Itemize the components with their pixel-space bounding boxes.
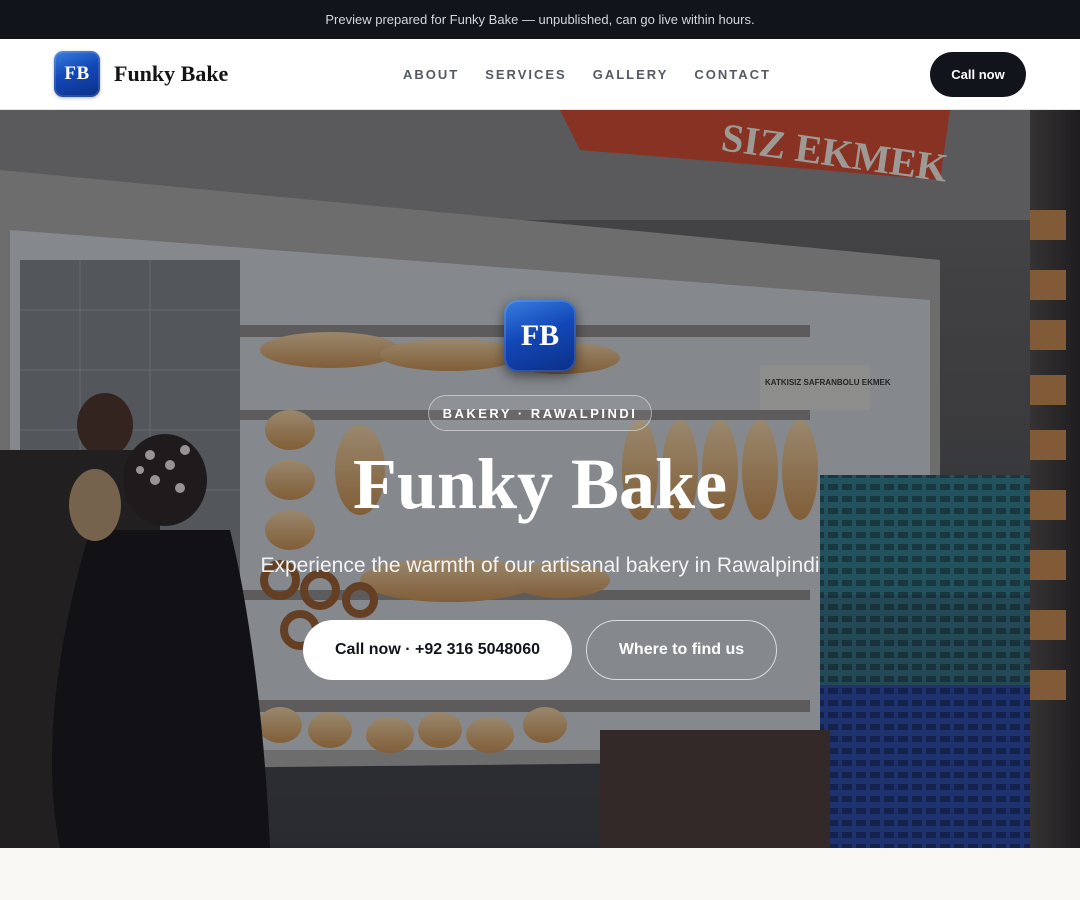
header-call-button[interactable]: Call now	[930, 52, 1026, 97]
preview-banner: Preview prepared for Funky Bake — unpubl…	[0, 0, 1080, 39]
brand-name: Funky Bake	[114, 61, 229, 86]
hero-content: FB BAKERY · RAWALPINDI Funky Bake Experi…	[0, 110, 1080, 848]
brand-link[interactable]: FB Funky Bake	[54, 51, 228, 97]
nav-link-gallery[interactable]: GALLERY	[593, 67, 669, 82]
preview-banner-text: Preview prepared for Funky Bake — unpubl…	[325, 12, 755, 27]
next-section	[0, 848, 1080, 900]
call-now-button[interactable]: Call now · +92 316 5048060	[303, 620, 572, 680]
nav-link-services[interactable]: SERVICES	[485, 67, 567, 82]
nav-link-about[interactable]: ABOUT	[403, 67, 459, 82]
site-header: FB Funky Bake ABOUT SERVICES GALLERY CON…	[0, 39, 1080, 110]
category-badge: BAKERY · RAWALPINDI	[428, 395, 652, 431]
brand-logo: FB	[54, 51, 100, 97]
main-menu: ABOUT SERVICES GALLERY CONTACT	[403, 39, 771, 110]
hero-section: SIZ EKMEK KATKISIZ SAFRANBOLU EKMEK FB B…	[0, 110, 1080, 848]
nav-link-contact[interactable]: CONTACT	[694, 67, 771, 82]
hero-logo: FB	[504, 300, 576, 372]
hero-subtitle: Experience the warmth of our artisanal b…	[260, 554, 820, 577]
hero-title: Funky Bake	[352, 444, 728, 524]
find-us-button[interactable]: Where to find us	[586, 620, 777, 680]
